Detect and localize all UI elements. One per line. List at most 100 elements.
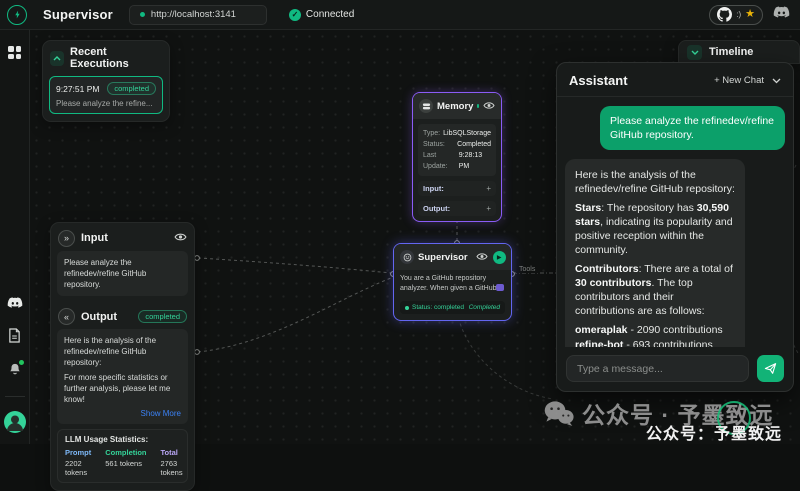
output-title: Output: [81, 311, 117, 323]
recent-executions-panel: Recent Executions 9:27:51 PM completed P…: [42, 40, 170, 122]
recent-executions-title: Recent Executions: [70, 46, 162, 70]
stat-prompt: Prompt 2202 tokens: [65, 448, 91, 477]
document-icon[interactable]: [8, 328, 21, 348]
assistant-panel: Assistant + New Chat Please analyze the …: [556, 62, 794, 392]
database-icon: [419, 99, 433, 113]
eye-icon[interactable]: [174, 229, 187, 247]
memory-field-label: Type:: [423, 128, 440, 139]
contributor-row: omeraplak - 2090 contributions: [575, 323, 735, 338]
stat-label: Prompt: [65, 448, 91, 457]
top-bar: Supervisor http://localhost:3141 ✓ Conne…: [0, 0, 800, 30]
reply-stars: Stars: The repository has 30,590 stars, …: [575, 201, 735, 257]
input-content[interactable]: Please analyze the refinedev/refine GitH…: [57, 251, 188, 296]
supervisor-node-title: Supervisor: [418, 252, 468, 263]
connected-check-icon: ✓: [289, 9, 301, 21]
chevron-up-icon[interactable]: [50, 51, 64, 66]
avatar[interactable]: [4, 411, 26, 438]
input-text: Please analyze the refinedev/refine GitH…: [64, 257, 181, 290]
watermark-white: 公众号：予墨致远: [646, 420, 782, 444]
input-icon: »: [58, 230, 75, 247]
notifications-bell-icon[interactable]: [8, 362, 22, 382]
notification-dot: [19, 360, 24, 365]
run-button[interactable]: ▶: [493, 251, 506, 264]
user-message-bubble: Please analyze the refinedev/refine GitH…: [600, 106, 785, 150]
stat-total: Total 2763 tokens: [161, 448, 183, 477]
server-url: http://localhost:3141: [151, 9, 236, 20]
contributor-row: refine-bot - 693 contributions: [575, 338, 735, 348]
star-icon: ★: [745, 9, 755, 20]
memory-input-label: Input:: [423, 184, 444, 193]
prompt-expand-chip[interactable]: [496, 284, 504, 291]
output-line1: Here is the analysis of the refinedev/re…: [64, 335, 181, 368]
assistant-title: Assistant: [569, 73, 628, 88]
stat-value: 561 tokens: [105, 459, 146, 468]
status-completed-text: Completed: [469, 304, 500, 311]
timeline-title: Timeline: [709, 46, 753, 58]
memory-active-dot: [477, 104, 479, 108]
timeline-panel[interactable]: Timeline: [678, 40, 800, 64]
left-sidebar: [0, 30, 30, 444]
stat-label: Total: [161, 448, 183, 457]
edge-label-tools: Tools: [516, 266, 538, 273]
server-url-field[interactable]: http://localhost:3141: [129, 5, 267, 25]
memory-output-label: Output:: [423, 204, 450, 213]
llm-usage-stats: LLM Usage Statistics: Prompt 2202 tokens…: [57, 429, 188, 483]
eye-icon[interactable]: [476, 248, 488, 266]
show-more-link[interactable]: Show More: [64, 409, 181, 418]
page-title: Supervisor: [43, 7, 113, 22]
agent-icon: [400, 250, 414, 264]
wechat-icon: [543, 400, 574, 426]
memory-field-value: LibSQLStorage: [443, 128, 491, 139]
memory-field-label: Status:: [423, 139, 445, 150]
status-text: Status: completed: [412, 304, 464, 311]
memory-field-label: Last Update:: [423, 150, 459, 172]
chat-input[interactable]: [566, 355, 749, 382]
discord-icon[interactable]: [7, 296, 23, 314]
memory-node-title: Memory: [437, 101, 473, 112]
apps-grid-icon[interactable]: [8, 46, 21, 59]
eye-icon[interactable]: [483, 97, 495, 115]
assistant-message-bubble: Here is the analysis of the refinedev/re…: [565, 159, 745, 347]
memory-details: Type:LibSQLStorage Status: Completed Last…: [418, 124, 496, 176]
stat-value: 2763 tokens: [161, 459, 183, 477]
expand-icon[interactable]: +: [486, 184, 491, 193]
chat-messages[interactable]: Please analyze the refinedev/refine GitH…: [557, 97, 793, 347]
execution-status-badge: completed: [107, 82, 156, 95]
memory-field-value: 9:28:13 PM: [459, 150, 491, 172]
lightning-icon[interactable]: [7, 5, 27, 25]
memory-output-expander[interactable]: Output: +: [418, 201, 496, 216]
input-title: Input: [81, 232, 108, 244]
output-line2: For more specific statistics or further …: [64, 372, 181, 405]
supervisor-status-bar: Status: completed Completed: [400, 301, 505, 314]
execution-time: 9:27:51 PM: [56, 84, 99, 94]
chevron-down-icon[interactable]: [772, 71, 781, 89]
chevron-down-icon[interactable]: [687, 45, 702, 60]
memory-node[interactable]: Memory Type:LibSQLStorage Status: Complet…: [412, 92, 502, 222]
io-panel: » Input Please analyze the refinedev/ref…: [50, 222, 195, 491]
supervisor-node[interactable]: Supervisor ▶ You are a GitHub repository…: [393, 243, 512, 321]
connection-status: Connected: [306, 9, 354, 20]
output-content[interactable]: Here is the analysis of the refinedev/re…: [57, 329, 188, 424]
output-icon: «: [58, 308, 75, 325]
execution-preview: Please analyze the refine...: [56, 99, 156, 108]
stat-value: 2202 tokens: [65, 459, 91, 477]
sidebar-divider: [5, 396, 25, 397]
new-chat-button[interactable]: + New Chat: [714, 75, 764, 86]
output-status-badge: completed: [138, 310, 187, 323]
server-status-dot: [140, 12, 145, 17]
github-icon: [717, 7, 732, 22]
expand-icon[interactable]: +: [486, 204, 491, 213]
paper-plane-icon: [764, 362, 777, 375]
send-button[interactable]: [757, 355, 784, 382]
discord-icon[interactable]: [773, 6, 790, 24]
reply-intro: Here is the analysis of the refinedev/re…: [575, 168, 735, 196]
status-dot: [405, 306, 409, 310]
llm-stats-title: LLM Usage Statistics:: [65, 435, 180, 444]
stat-completion: Completion 561 tokens: [105, 448, 146, 477]
emote-text: :): [736, 10, 741, 19]
github-star-button[interactable]: :) ★: [709, 5, 763, 25]
execution-item[interactable]: 9:27:51 PM completed Please analyze the …: [49, 76, 163, 114]
memory-field-value: Completed: [457, 139, 491, 150]
reply-contributors-intro: Contributors: There are a total of 30 co…: [575, 262, 735, 318]
memory-input-expander[interactable]: Input: +: [418, 181, 496, 196]
